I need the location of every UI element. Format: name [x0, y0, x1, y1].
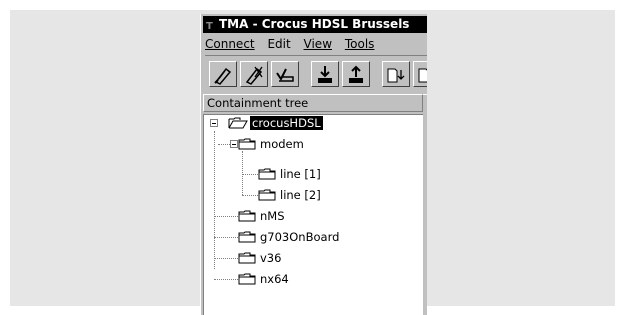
toolbar [205, 55, 427, 95]
folder-icon [238, 273, 256, 285]
tree-node-label: v36 [260, 251, 282, 265]
document-icon [418, 68, 427, 83]
tma-window: T TMA - Crocus HDSL Brussels Connect Edit… [200, 14, 427, 315]
connect-button[interactable] [209, 61, 237, 87]
tree-node-label: nx64 [260, 272, 289, 286]
folder-open-icon [228, 117, 248, 129]
folder-icon [238, 231, 256, 243]
tree-line [214, 237, 238, 238]
tree-node-label: g703OnBoard [260, 230, 340, 244]
tree-line [242, 195, 258, 196]
containment-tree-header: Containment tree [203, 94, 423, 112]
tree-node-g703onboard[interactable]: g703OnBoard [238, 229, 341, 245]
disconnect-button[interactable] [240, 61, 268, 87]
new-document-button[interactable] [382, 61, 410, 87]
tree-line [242, 174, 258, 175]
tree-line [242, 151, 243, 195]
document-button[interactable] [413, 61, 427, 87]
new-document-icon [387, 68, 405, 83]
folder-icon [238, 252, 256, 264]
app-icon[interactable]: T [206, 21, 215, 32]
tree-node-label: line [1] [280, 167, 321, 181]
title-bar[interactable]: T TMA - Crocus HDSL Brussels [203, 16, 427, 33]
collapse-modem-button[interactable] [230, 140, 238, 148]
menu-bar: Connect Edit View Tools [205, 36, 383, 52]
upload-icon [349, 65, 363, 83]
collapse-root-button[interactable] [210, 119, 218, 127]
tree-line [214, 258, 238, 259]
tree-node-label: modem [260, 137, 304, 151]
tree-node-nms[interactable]: nMS [238, 208, 287, 224]
upload-button[interactable] [342, 61, 370, 87]
menu-view-label: View [303, 37, 333, 51]
download-icon [318, 66, 332, 83]
tree-line [214, 279, 238, 280]
check-icon [276, 68, 294, 82]
menu-connect[interactable]: Connect [205, 37, 255, 51]
tree-line [214, 131, 215, 269]
menu-edit[interactable]: Edit [267, 37, 290, 51]
connect-icon [214, 67, 232, 85]
tree-node-modem[interactable]: modem [238, 136, 306, 152]
tree-node-line-1[interactable]: line [1] [258, 166, 323, 182]
window-title: TMA - Crocus HDSL Brussels [219, 17, 410, 31]
menu-view[interactable]: View [304, 37, 332, 51]
tree-node-nx64[interactable]: nx64 [238, 271, 291, 287]
tree-line [218, 144, 230, 145]
tree-node-label: nMS [260, 209, 285, 223]
tree-node-line-2[interactable]: line [2] [258, 187, 323, 203]
tree-node-crocushdsl[interactable]: crocusHDSL [228, 115, 323, 131]
tree-line [214, 216, 238, 217]
folder-icon [238, 210, 256, 222]
folder-icon [238, 138, 256, 150]
menu-connect-label: Connect [205, 37, 255, 51]
menu-tools[interactable]: Tools [345, 37, 375, 51]
folder-icon [258, 189, 276, 201]
tree-node-v36[interactable]: v36 [238, 250, 283, 266]
check-button[interactable] [271, 61, 299, 87]
tree-node-label: crocusHDSL [250, 116, 323, 130]
disconnect-icon [245, 66, 263, 85]
menu-tools-label: Tools [344, 37, 375, 51]
download-button[interactable] [311, 61, 339, 87]
folder-icon [258, 168, 276, 180]
containment-tree[interactable]: crocusHDSL modem line [1] line [2] nMS g… [203, 114, 423, 315]
tree-node-label: line [2] [280, 188, 321, 202]
